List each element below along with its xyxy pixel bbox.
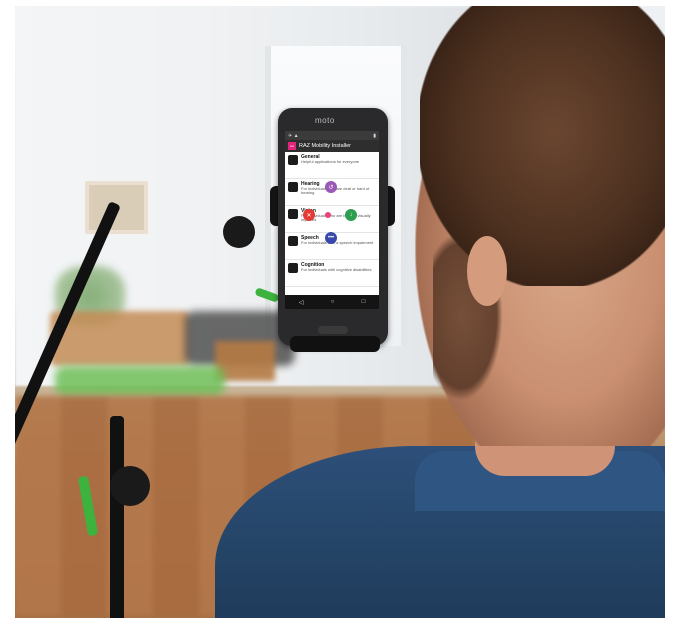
list-item-vision[interactable]: Vision For individuals who are blind or … [285,206,379,233]
status-bar: ✈ ▲ ▮ [285,131,379,140]
photo: moto ✈ ▲ ▮ raz RAZ Mobility Installer Ge… [15,6,665,618]
switch-overlay-menu-icon[interactable]: ••• [325,232,337,244]
vision-icon [288,209,298,219]
arm-joint-knob [223,216,255,248]
battery-icon: ▮ [373,132,376,139]
recent-apps-icon[interactable]: □ [362,299,366,305]
switch-overlay-close-icon[interactable]: ✕ [303,209,315,221]
phone-screen: ✈ ▲ ▮ raz RAZ Mobility Installer General… [285,131,379,309]
phone-holder-base [290,336,380,352]
list-item-general[interactable]: General Helpful applications for everyon… [285,152,379,179]
item-desc: For individuals who are deaf or hard of … [301,186,370,196]
item-desc: Helpful applications for everyone [301,159,360,164]
fingerprint-home-button [318,326,348,334]
hearing-icon [288,182,298,192]
status-icons: ✈ ▲ [288,132,299,139]
speech-icon [288,236,298,246]
app-title: RAZ Mobility Installer [299,143,351,149]
list-item-cognition[interactable]: Cognition For individuals with cognitive… [285,260,379,287]
switch-overlay-green-icon[interactable]: ↓ [345,209,357,221]
item-desc: For individuals with cognitive disabilit… [301,267,372,272]
switch-overlay-pink-icon[interactable] [325,212,331,218]
home-icon[interactable]: ○ [331,299,335,305]
android-nav-bar: ◁ ○ □ [285,295,379,309]
ear [467,236,507,306]
stand-joint-knob [110,466,150,506]
item-desc: For individuals with a speech impairment [301,240,374,245]
cognition-icon [288,263,298,273]
general-icon [288,155,298,165]
hair [420,6,665,286]
back-icon[interactable]: ◁ [299,299,304,306]
switch-overlay-purple-icon[interactable]: ↺ [325,181,337,193]
phone-brand-logo: moto [315,116,335,125]
wooden-furniture [50,311,190,366]
raz-logo-icon: raz [288,142,296,150]
green-rug [55,366,225,396]
stand-vertical-pole [110,416,124,618]
app-title-bar: raz RAZ Mobility Installer [285,140,379,152]
